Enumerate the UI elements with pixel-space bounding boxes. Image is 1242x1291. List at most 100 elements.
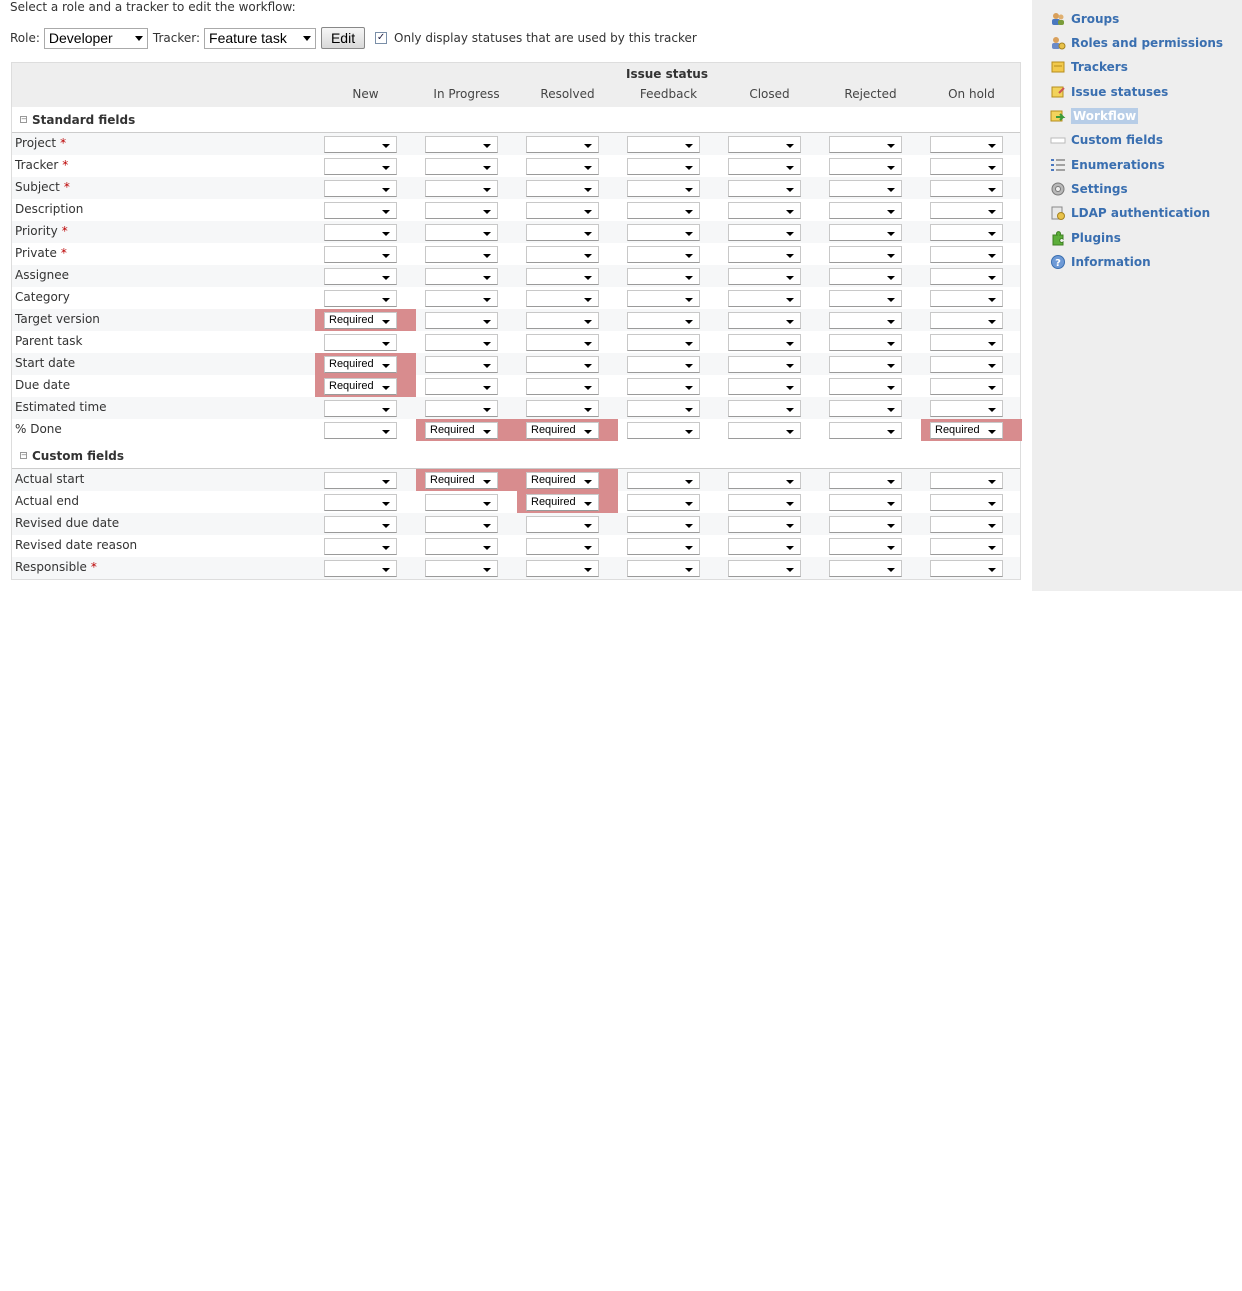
permission-select[interactable]	[425, 312, 498, 329]
permission-select[interactable]	[829, 158, 902, 175]
permission-select[interactable]	[627, 180, 700, 197]
permission-select[interactable]	[829, 246, 902, 263]
permission-select[interactable]	[627, 356, 700, 373]
permission-select[interactable]	[425, 136, 498, 153]
field-group-header[interactable]: − Custom fields	[12, 443, 1020, 469]
permission-select[interactable]: Required	[324, 312, 397, 329]
only-used-statuses-checkbox[interactable]: ✓	[375, 32, 388, 44]
permission-select[interactable]	[930, 356, 1003, 373]
permission-select[interactable]	[526, 180, 599, 197]
collapse-icon[interactable]: −	[20, 116, 27, 123]
permission-select[interactable]	[930, 136, 1003, 153]
permission-select[interactable]	[627, 268, 700, 285]
permission-select[interactable]	[627, 472, 700, 489]
permission-select[interactable]	[829, 224, 902, 241]
permission-select[interactable]	[324, 268, 397, 285]
permission-select[interactable]	[728, 422, 801, 439]
permission-select[interactable]	[829, 136, 902, 153]
permission-select[interactable]: Required	[324, 356, 397, 373]
role-select[interactable]: Developer	[43, 27, 148, 49]
permission-select[interactable]	[829, 290, 902, 307]
permission-select[interactable]	[425, 224, 498, 241]
sidebar-item-roles[interactable]: Roles and permissions	[1050, 33, 1223, 53]
permission-select[interactable]	[728, 224, 801, 241]
permission-select[interactable]	[829, 356, 902, 373]
permission-select[interactable]	[526, 290, 599, 307]
permission-select[interactable]	[526, 312, 599, 329]
sidebar-item-workflow[interactable]: Workflow	[1050, 106, 1139, 126]
permission-select[interactable]	[526, 400, 599, 417]
permission-select[interactable]	[627, 378, 700, 395]
permission-select[interactable]	[627, 136, 700, 153]
permission-select[interactable]: Required	[526, 472, 599, 489]
permission-select[interactable]: Required	[324, 378, 397, 395]
permission-select[interactable]	[627, 538, 700, 555]
permission-select[interactable]: Required	[930, 422, 1003, 439]
permission-select[interactable]	[324, 494, 397, 511]
permission-select[interactable]	[526, 224, 599, 241]
permission-select[interactable]	[829, 400, 902, 417]
permission-select[interactable]	[627, 560, 700, 577]
permission-select[interactable]	[526, 356, 599, 373]
permission-select[interactable]	[627, 224, 700, 241]
edit-button[interactable]: Edit	[321, 27, 366, 49]
permission-select[interactable]	[728, 312, 801, 329]
permission-select[interactable]	[425, 268, 498, 285]
permission-select[interactable]	[526, 158, 599, 175]
permission-select[interactable]	[728, 560, 801, 577]
sidebar-item-settings[interactable]: Settings	[1050, 179, 1128, 199]
permission-select[interactable]	[425, 516, 498, 533]
permission-select[interactable]	[627, 158, 700, 175]
permission-select[interactable]	[829, 312, 902, 329]
permission-select[interactable]	[728, 202, 801, 219]
permission-select[interactable]	[930, 180, 1003, 197]
permission-select[interactable]	[627, 494, 700, 511]
sidebar-item-information[interactable]: ? Information	[1050, 252, 1151, 272]
permission-select[interactable]	[728, 472, 801, 489]
permission-select[interactable]	[728, 290, 801, 307]
permission-select[interactable]	[425, 356, 498, 373]
permission-select[interactable]	[324, 472, 397, 489]
permission-select[interactable]	[728, 246, 801, 263]
permission-select[interactable]	[526, 538, 599, 555]
permission-select[interactable]	[930, 290, 1003, 307]
permission-select[interactable]	[526, 516, 599, 533]
permission-select[interactable]	[526, 378, 599, 395]
permission-select[interactable]	[829, 472, 902, 489]
permission-select[interactable]	[425, 378, 498, 395]
sidebar-item-issue-statuses[interactable]: Issue statuses	[1050, 82, 1168, 102]
sidebar-item-groups[interactable]: Groups	[1050, 9, 1119, 29]
permission-select[interactable]	[324, 202, 397, 219]
tracker-select[interactable]: Feature task	[204, 27, 317, 49]
permission-select[interactable]	[728, 356, 801, 373]
permission-select[interactable]: Required	[425, 422, 498, 439]
permission-select[interactable]	[526, 268, 599, 285]
permission-select[interactable]	[728, 538, 801, 555]
permission-select[interactable]	[930, 538, 1003, 555]
permission-select[interactable]	[425, 494, 498, 511]
permission-select[interactable]	[526, 202, 599, 219]
sidebar-item-ldap[interactable]: LDAP authentication	[1050, 203, 1210, 223]
permission-select[interactable]	[425, 180, 498, 197]
permission-select[interactable]	[324, 538, 397, 555]
permission-select[interactable]	[425, 202, 498, 219]
permission-select[interactable]: Required	[425, 472, 498, 489]
permission-select[interactable]	[425, 560, 498, 577]
permission-select[interactable]	[324, 246, 397, 263]
permission-select[interactable]	[324, 158, 397, 175]
permission-select[interactable]	[829, 516, 902, 533]
permission-select[interactable]	[425, 538, 498, 555]
permission-select[interactable]	[829, 268, 902, 285]
permission-select[interactable]	[930, 494, 1003, 511]
permission-select[interactable]	[526, 560, 599, 577]
permission-select[interactable]	[930, 472, 1003, 489]
permission-select[interactable]	[829, 422, 902, 439]
permission-select[interactable]	[627, 516, 700, 533]
permission-select[interactable]	[728, 378, 801, 395]
permission-select[interactable]	[930, 224, 1003, 241]
permission-select[interactable]	[728, 334, 801, 351]
permission-select[interactable]	[627, 202, 700, 219]
permission-select[interactable]	[627, 400, 700, 417]
permission-select[interactable]	[324, 422, 397, 439]
sidebar-item-enumerations[interactable]: Enumerations	[1050, 155, 1165, 175]
